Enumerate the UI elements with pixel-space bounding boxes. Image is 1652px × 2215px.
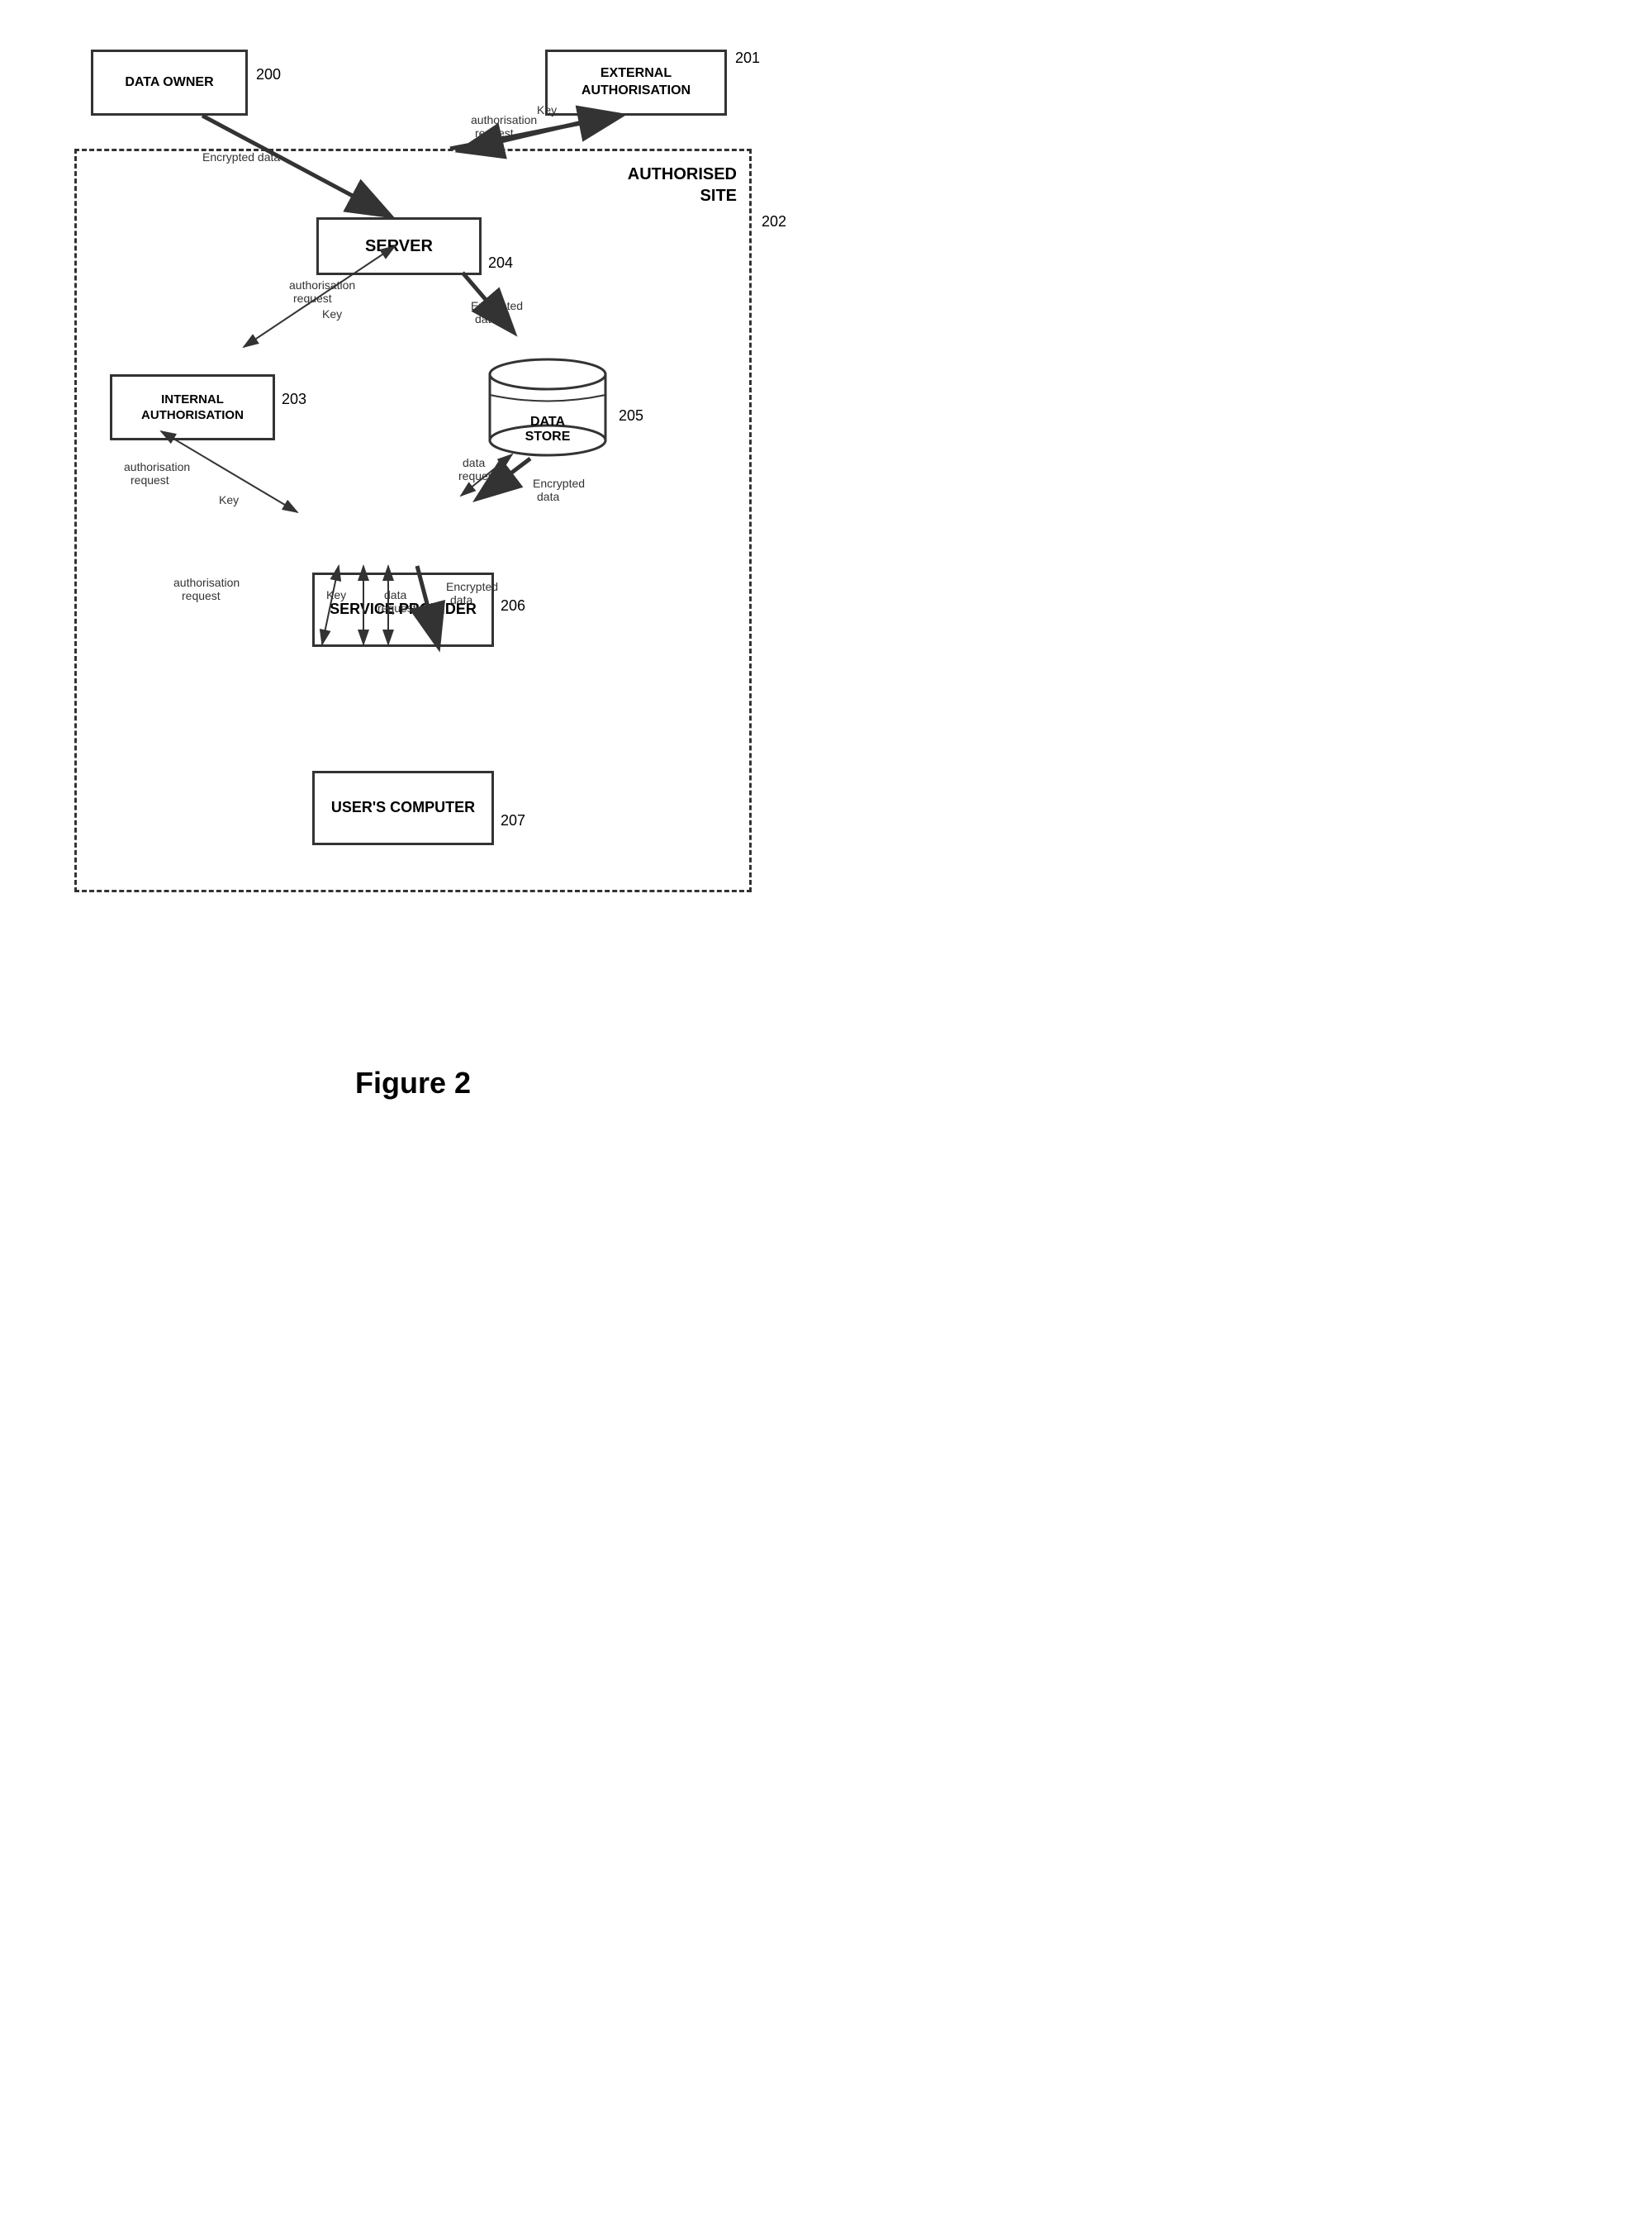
- svg-text:request: request: [182, 589, 221, 602]
- svg-text:request: request: [293, 292, 332, 305]
- svg-text:data: data: [450, 593, 472, 606]
- svg-text:Encrypted: Encrypted: [446, 580, 498, 593]
- svg-text:Encrypted: Encrypted: [471, 299, 523, 312]
- svg-text:Key: Key: [322, 307, 342, 321]
- svg-text:data: data: [463, 456, 485, 469]
- svg-text:Encrypted data: Encrypted data: [202, 150, 280, 164]
- svg-text:Encrypted: Encrypted: [533, 477, 585, 490]
- svg-text:request: request: [131, 473, 169, 487]
- svg-text:authorisation: authorisation: [289, 278, 355, 292]
- svg-text:request: request: [377, 601, 416, 615]
- figure-caption: Figure 2: [41, 1066, 785, 1100]
- svg-text:authorisation: authorisation: [173, 576, 240, 589]
- svg-text:data: data: [537, 490, 559, 503]
- svg-text:Key: Key: [219, 493, 239, 506]
- svg-text:authorisation: authorisation: [124, 460, 190, 473]
- svg-text:request: request: [458, 469, 497, 482]
- svg-text:data: data: [384, 588, 406, 601]
- arrows-svg: Encrypted data authorisation request Key…: [41, 25, 785, 1016]
- svg-text:data: data: [475, 312, 497, 326]
- diagram-container: DATA OWNER 200 EXTERNAL AUTHORISATION 20…: [41, 25, 785, 1100]
- svg-text:authorisation: authorisation: [471, 113, 537, 126]
- svg-text:Key: Key: [537, 103, 557, 116]
- svg-text:Key: Key: [326, 588, 346, 601]
